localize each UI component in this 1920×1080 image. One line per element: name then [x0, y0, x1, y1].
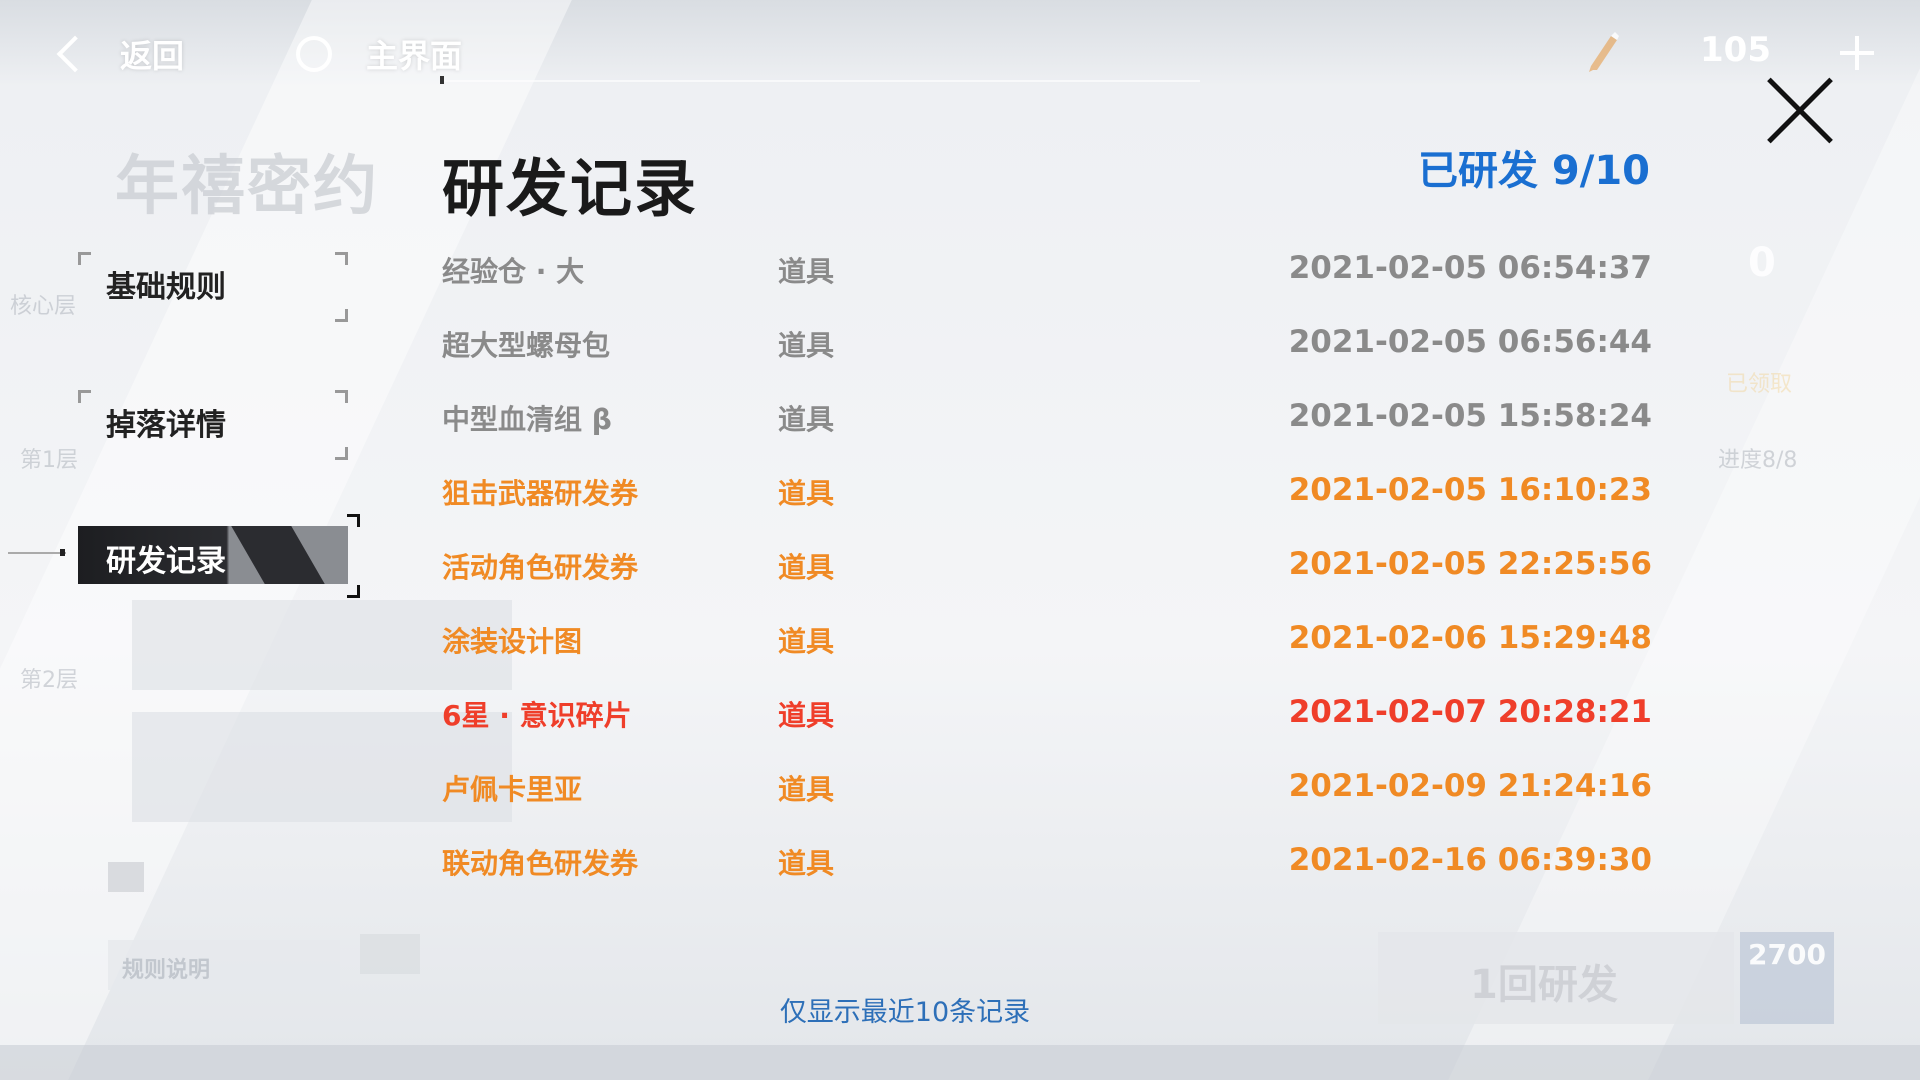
right-zero: 0: [1748, 240, 1776, 286]
record-row: 活动角色研发券 道具 2021-02-05 22:25:56: [442, 534, 1652, 608]
develop-button-label: 1回研发: [1470, 962, 1618, 1008]
tab-label: 掉落详情: [106, 408, 226, 443]
record-time: 2021-02-05 06:56:44: [1288, 324, 1652, 360]
record-type: 道具: [778, 403, 835, 436]
record-name: 超大型螺母包: [442, 329, 611, 362]
home-button[interactable]: 主界面: [296, 30, 462, 78]
record-list: 经验仓 · 大道具 2021-02-05 06:54:37 超大型螺母包 道具 2021…: [442, 238, 1652, 904]
record-type: 道具: [778, 255, 835, 288]
record-time: 2021-02-06 15:29:48: [1288, 620, 1652, 656]
circle-home-icon: [296, 36, 332, 72]
record-type: 道具: [778, 773, 835, 806]
tab-basic-rules[interactable]: 基础规则: [78, 252, 348, 322]
bracket-decor: [78, 390, 91, 403]
record-time: 2021-02-16 06:39:30: [1288, 842, 1652, 878]
currency-value: 105: [1700, 30, 1771, 70]
tab-active-decor: [231, 526, 325, 584]
record-name: 6星 · 意识碎片: [442, 699, 632, 732]
record-row: 狙击武器研发券 道具 2021-02-05 16:10:23: [442, 460, 1652, 534]
develop-button: 1回研发: [1378, 932, 1734, 1024]
record-name: 狙击武器研发券: [442, 477, 639, 510]
record-time: 2021-02-05 06:54:37: [1288, 250, 1652, 286]
tab-label: 研发记录: [106, 544, 226, 579]
record-time: 2021-02-05 16:10:23: [1288, 472, 1652, 508]
background-card: [360, 934, 420, 974]
bracket-decor: [347, 585, 360, 598]
bracket-decor: [78, 252, 91, 265]
bottom-band: [0, 1045, 1920, 1080]
record-row: 涂装设计图 道具 2021-02-06 15:29:48: [442, 608, 1652, 682]
bracket-decor: [335, 252, 348, 265]
record-time: 2021-02-05 15:58:24: [1288, 398, 1652, 434]
layer1-label: 第1层: [20, 448, 78, 473]
plus-icon[interactable]: [1840, 36, 1874, 70]
record-row: 卢佩卡里亚 道具 2021-02-09 21:24:16: [442, 756, 1652, 830]
top-bar: 返回 主界面 105: [0, 0, 1920, 110]
cost-badge: 2700: [1740, 932, 1834, 1024]
back-button[interactable]: 返回: [56, 30, 185, 78]
event-title: 年禧密约: [115, 150, 379, 224]
bracket-decor: [335, 390, 348, 403]
record-type: 道具: [778, 625, 835, 658]
tab-pointer-line: [8, 552, 66, 554]
core-layer-label: 核心层: [10, 294, 77, 319]
record-row: 中型血清组 β 道具 2021-02-05 15:58:24: [442, 386, 1652, 460]
record-time: 2021-02-07 20:28:21: [1288, 694, 1652, 730]
record-row: 超大型螺母包 道具 2021-02-05 06:56:44: [442, 312, 1652, 386]
bracket-decor: [335, 309, 348, 322]
pen-currency-icon: [1589, 32, 1619, 72]
record-name: 活动角色研发券: [442, 551, 639, 584]
record-type: 道具: [778, 847, 835, 880]
record-row: 联动角色研发券 道具 2021-02-16 06:39:30: [442, 830, 1652, 904]
top-divider: [440, 80, 1200, 82]
close-icon[interactable]: [1762, 72, 1838, 148]
tab-label: 基础规则: [106, 270, 226, 305]
bracket-decor: [335, 447, 348, 460]
page-title: 研发记录: [442, 152, 699, 225]
record-name: 卢佩卡里亚: [442, 773, 583, 806]
record-type: 道具: [778, 551, 835, 584]
back-label: 返回: [120, 37, 185, 75]
record-type: 道具: [778, 699, 835, 732]
chevron-left-icon: [56, 35, 94, 73]
record-time: 2021-02-09 21:24:16: [1288, 768, 1652, 804]
progress-label: 进度8/8: [1718, 448, 1798, 473]
tab-dev-records[interactable]: 研发记录: [78, 514, 360, 598]
record-name: 中型血清组 β: [442, 403, 612, 436]
rule-button: 规则说明: [108, 940, 340, 990]
record-row: 经验仓 · 大 道具 2021-02-05 06:54:37: [442, 238, 1652, 312]
layer2-label: 第2层: [20, 668, 78, 693]
claimed-label: 已领取: [1726, 372, 1793, 397]
rule-button-label: 规则说明: [122, 958, 211, 983]
cost-value: 2700: [1748, 938, 1826, 971]
record-name: 联动角色研发券: [442, 847, 639, 880]
bracket-decor: [347, 514, 360, 527]
record-row: 6星 · 意识碎片 道具 2021-02-07 20:28:21: [442, 682, 1652, 756]
top-divider-marker: [440, 76, 444, 84]
record-type: 道具: [778, 329, 835, 362]
home-label: 主界面: [366, 37, 463, 75]
tab-drop-details[interactable]: 掉落详情: [78, 390, 348, 460]
tab-pointer-marker: [60, 549, 65, 556]
record-name: 经验仓 · 大: [442, 255, 585, 288]
dev-progress: 已研发 9/10: [1417, 148, 1650, 194]
checkbox: [108, 862, 144, 892]
record-type: 道具: [778, 477, 835, 510]
record-time: 2021-02-05 22:25:56: [1288, 546, 1652, 582]
record-name: 涂装设计图: [442, 625, 583, 658]
